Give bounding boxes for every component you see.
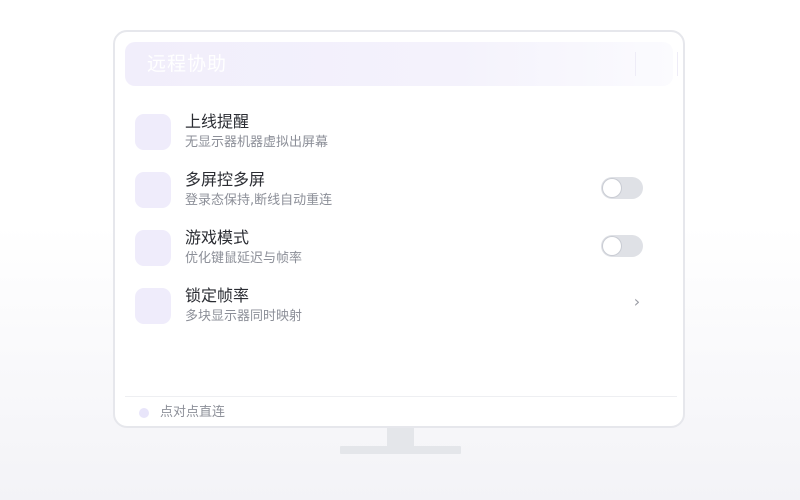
- connection-status-text: 点对点直连: [160, 405, 226, 420]
- title-bar: 远程协助: [125, 42, 678, 86]
- multi-screen-toggle[interactable]: [601, 177, 643, 199]
- game-mode-icon: [135, 230, 171, 266]
- setting-title: 多屏控多屏: [185, 170, 266, 189]
- setting-row-game-mode: 游戏模式 优化键鼠延迟与帧率: [133, 228, 653, 268]
- online-reminder-icon: [135, 114, 171, 150]
- setting-subtitle: 多块显示器同时映射: [185, 309, 303, 324]
- setting-subtitle: 无显示器机器虚拟出屏幕: [185, 135, 329, 150]
- window-title: 远程协助: [147, 53, 228, 75]
- title-bar-divider: [635, 52, 636, 76]
- monitor-screen: 远程协助 上线提醒 无显示器机器虚拟出屏幕 多屏控多屏 登录态保持,断线自动重连…: [113, 30, 685, 428]
- setting-row-lock-framerate[interactable]: 锁定帧率 多块显示器同时映射 ›: [133, 286, 653, 326]
- toggle-knob: [603, 179, 621, 197]
- setting-subtitle: 登录态保持,断线自动重连: [185, 193, 333, 208]
- monitor-stand-base: [340, 446, 461, 454]
- connection-status-dot: [139, 408, 149, 418]
- setting-row-online-reminder[interactable]: 上线提醒 无显示器机器虚拟出屏幕: [133, 112, 653, 152]
- setting-row-multi-screen: 多屏控多屏 登录态保持,断线自动重连: [133, 170, 653, 210]
- monitor-stand-neck: [387, 428, 414, 447]
- setting-title: 锁定帧率: [185, 286, 250, 305]
- setting-subtitle: 优化键鼠延迟与帧率: [185, 251, 303, 266]
- footer-divider: [125, 396, 677, 397]
- setting-title: 上线提醒: [185, 112, 250, 131]
- lock-framerate-icon: [135, 288, 171, 324]
- toggle-knob: [603, 237, 621, 255]
- game-mode-toggle[interactable]: [601, 235, 643, 257]
- chevron-right-icon[interactable]: ›: [629, 292, 645, 312]
- multi-screen-icon: [135, 172, 171, 208]
- title-bar-divider: [677, 52, 678, 76]
- setting-title: 游戏模式: [185, 228, 250, 247]
